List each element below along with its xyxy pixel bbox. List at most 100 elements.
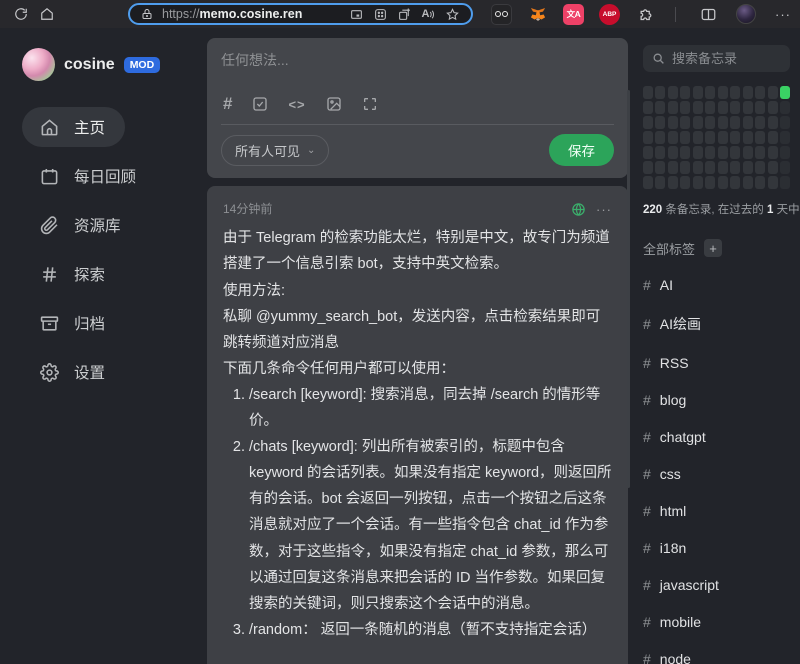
heatmap-cell[interactable]	[768, 131, 778, 144]
heatmap-cell[interactable]	[768, 176, 778, 189]
heatmap-cell[interactable]	[655, 116, 665, 129]
heatmap-cell[interactable]	[643, 146, 653, 159]
user-banner[interactable]: cosine MOD	[22, 48, 195, 81]
heatmap-cell[interactable]	[668, 146, 678, 159]
add-tag-button[interactable]: #	[223, 94, 232, 114]
sidebar-item-resources[interactable]: 资源库	[22, 205, 141, 245]
heatmap-cell[interactable]	[668, 131, 678, 144]
heatmap-cell[interactable]	[780, 131, 790, 144]
heatmap-cell[interactable]	[693, 161, 703, 174]
heatmap-cell[interactable]	[643, 101, 653, 114]
browser-profile-avatar[interactable]	[736, 4, 756, 24]
memo-input[interactable]	[221, 50, 614, 94]
tag-item[interactable]: #RSS	[643, 355, 790, 371]
heatmap-cell[interactable]	[680, 116, 690, 129]
visibility-select[interactable]: 所有人可见 ⌄	[221, 135, 329, 166]
translate-extension-icon[interactable]: 文A	[563, 4, 584, 25]
heatmap-cell[interactable]	[718, 131, 728, 144]
heatmap-cell[interactable]	[680, 176, 690, 189]
heatmap-cell[interactable]	[768, 161, 778, 174]
heatmap-cell[interactable]	[743, 146, 753, 159]
metamask-fox-icon[interactable]	[527, 4, 548, 25]
home-button[interactable]	[34, 2, 60, 26]
heatmap-cell[interactable]	[718, 101, 728, 114]
heatmap-cell[interactable]	[693, 146, 703, 159]
apps-grid-icon[interactable]	[371, 5, 389, 23]
heatmap-cell[interactable]	[693, 86, 703, 99]
read-aloud-icon[interactable]: A	[419, 5, 437, 23]
sidebar-item-daily-review[interactable]: 每日回顾	[22, 156, 156, 196]
heatmap-cell[interactable]	[655, 161, 665, 174]
address-bar[interactable]: https://memo.cosine.ren A	[128, 3, 473, 25]
fullscreen-button[interactable]	[362, 96, 378, 112]
tag-item[interactable]: #chatgpt	[643, 429, 790, 445]
sidebar-item-settings[interactable]: 设置	[22, 352, 125, 392]
heatmap-cell[interactable]	[668, 86, 678, 99]
add-tag-plus-button[interactable]: +	[704, 239, 722, 257]
heatmap-cell[interactable]	[780, 176, 790, 189]
heatmap-cell[interactable]	[768, 86, 778, 99]
heatmap-cell[interactable]	[755, 116, 765, 129]
heatmap-cell[interactable]	[705, 116, 715, 129]
tag-item[interactable]: #node	[643, 651, 790, 664]
heatmap-cell[interactable]	[780, 146, 790, 159]
heatmap-cell[interactable]	[718, 86, 728, 99]
heatmap-cell[interactable]	[693, 116, 703, 129]
heatmap-cell[interactable]	[655, 101, 665, 114]
heatmap-cell[interactable]	[718, 176, 728, 189]
heatmap-cell[interactable]	[643, 176, 653, 189]
heatmap-cell[interactable]	[768, 101, 778, 114]
extension-oo-icon[interactable]	[491, 4, 512, 25]
heatmap-cell[interactable]	[655, 176, 665, 189]
heatmap-cell[interactable]	[655, 146, 665, 159]
add-todo-button[interactable]	[252, 96, 268, 112]
heatmap-cell[interactable]	[718, 161, 728, 174]
heatmap-cell[interactable]	[730, 161, 740, 174]
heatmap-cell[interactable]	[755, 86, 765, 99]
collections-add-icon[interactable]	[395, 5, 413, 23]
search-input[interactable]	[672, 51, 781, 66]
heatmap-cell[interactable]	[743, 131, 753, 144]
heatmap-cell[interactable]	[693, 131, 703, 144]
heatmap-cell[interactable]	[755, 131, 765, 144]
heatmap-cell[interactable]	[730, 86, 740, 99]
sidebar-item-home[interactable]: 主页	[22, 107, 125, 147]
split-screen-button[interactable]	[695, 2, 721, 26]
heatmap-cell[interactable]	[755, 101, 765, 114]
sidebar-item-archive[interactable]: 归档	[22, 303, 125, 343]
heatmap-cell[interactable]	[755, 176, 765, 189]
insert-image-button[interactable]	[326, 96, 342, 112]
heatmap-cell[interactable]	[730, 116, 740, 129]
heatmap-cell[interactable]	[680, 101, 690, 114]
heatmap-cell[interactable]	[693, 101, 703, 114]
heatmap-cell[interactable]	[680, 146, 690, 159]
reload-button[interactable]	[8, 2, 34, 26]
heatmap-cell[interactable]	[668, 161, 678, 174]
memo-more-button[interactable]: ···	[596, 198, 612, 221]
tag-item[interactable]: #AI绘画	[643, 314, 790, 334]
heatmap-cell[interactable]	[643, 161, 653, 174]
heatmap-cell[interactable]	[668, 176, 678, 189]
search-box[interactable]	[643, 45, 790, 72]
heatmap-cell[interactable]	[705, 131, 715, 144]
heatmap-cell[interactable]	[743, 161, 753, 174]
tag-item[interactable]: #AI	[643, 277, 790, 293]
heatmap-cell[interactable]	[718, 116, 728, 129]
scrollbar-thumb[interactable]	[627, 90, 630, 488]
heatmap-cell[interactable]	[680, 86, 690, 99]
adblock-plus-icon[interactable]: ABP	[599, 4, 620, 25]
heatmap-cell[interactable]	[780, 116, 790, 129]
browser-menu-button[interactable]: ···	[771, 7, 795, 22]
sidebar-item-explore[interactable]: 探索	[22, 254, 125, 294]
heatmap-cell[interactable]	[755, 161, 765, 174]
heatmap-cell[interactable]	[643, 131, 653, 144]
heatmap-cell[interactable]	[705, 101, 715, 114]
heatmap-cell[interactable]	[668, 116, 678, 129]
heatmap-cell[interactable]	[730, 131, 740, 144]
tag-item[interactable]: #blog	[643, 392, 790, 408]
heatmap-cell[interactable]	[743, 116, 753, 129]
heatmap-cell[interactable]	[780, 86, 790, 99]
heatmap-cell[interactable]	[680, 131, 690, 144]
tag-item[interactable]: #i18n	[643, 540, 790, 556]
heatmap-cell[interactable]	[668, 101, 678, 114]
